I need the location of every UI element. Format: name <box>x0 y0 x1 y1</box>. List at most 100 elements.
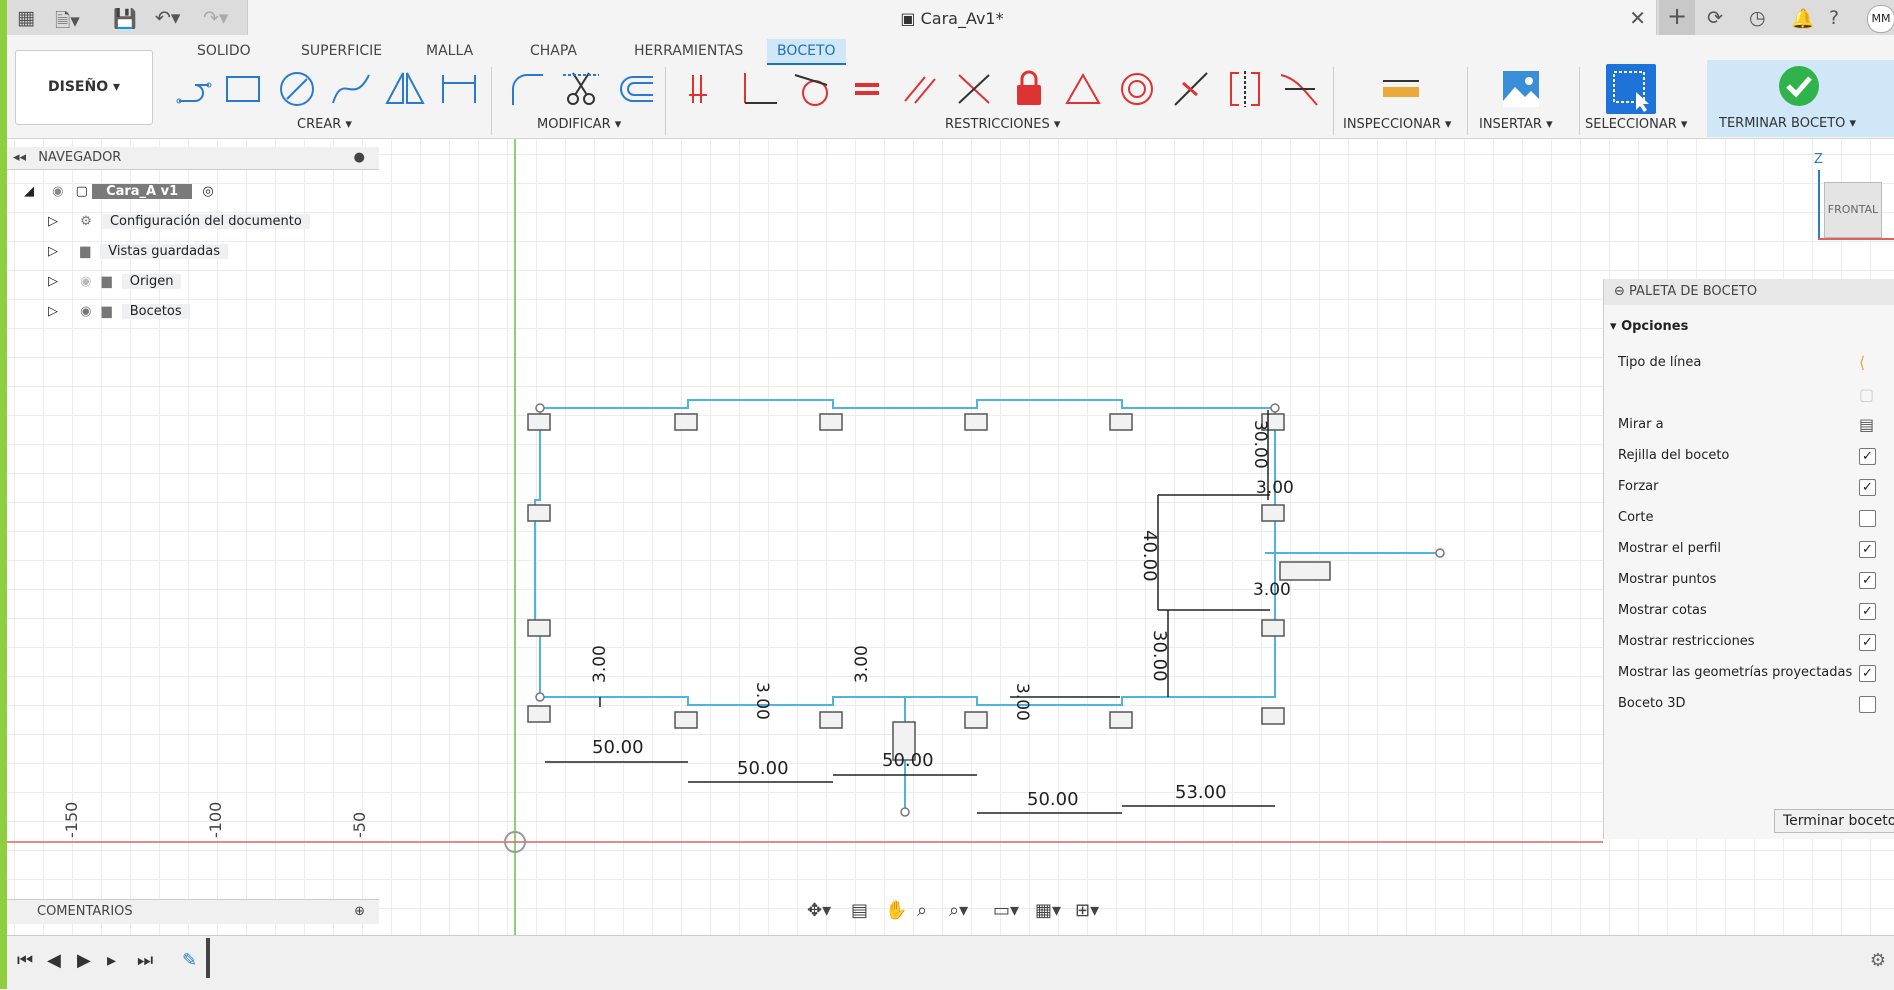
comments-title: COMENTARIOS <box>37 904 133 919</box>
show-profile-checkbox[interactable]: ✓ <box>1859 541 1876 558</box>
nav-item-label: Origen <box>121 274 182 289</box>
navigator-title: NAVEGADOR <box>38 150 122 165</box>
minus-icon[interactable]: ⊖ <box>1614 284 1625 299</box>
display-settings-icon[interactable]: ▭▾ <box>993 900 1019 921</box>
gear-icon: ⚙ <box>80 214 92 229</box>
dimension-label[interactable]: 3.00 <box>852 645 872 683</box>
palette-row-label: Mostrar las geometrías proyectadas <box>1618 665 1853 680</box>
comments-header: COMENTARIOS ⊕ <box>7 899 379 924</box>
sketch-profile <box>534 399 1440 812</box>
caret-down-icon: ▾ <box>1610 319 1622 334</box>
dimension-label[interactable]: 53.00 <box>1175 782 1227 803</box>
construction-line-icon[interactable]: ⟨ <box>1859 353 1865 372</box>
nav-item-label: Bocetos <box>121 304 190 319</box>
dimension-label[interactable]: 3.00 <box>1012 683 1032 721</box>
zoom-icon[interactable]: ⌕ <box>917 900 927 921</box>
sketch-3d-checkbox[interactable] <box>1859 696 1876 713</box>
component-name[interactable]: Cara_A v1 <box>92 184 193 199</box>
viewcube-face[interactable]: FRONTAL <box>1824 182 1882 238</box>
snap-checkbox[interactable]: ✓ <box>1859 479 1876 496</box>
nav-item-label: Vistas guardadas <box>100 244 229 259</box>
look-at-icon[interactable]: ▤ <box>851 900 868 921</box>
sketch-feature-icon[interactable]: ✎ <box>182 950 197 971</box>
grid-settings-icon[interactable]: ▦▾ <box>1035 900 1061 921</box>
dimension-label[interactable]: 40.00 <box>1139 530 1160 582</box>
x-axis-icon <box>1818 238 1894 240</box>
ruler-label: -100 <box>206 801 225 838</box>
show-constraints-checkbox[interactable]: ✓ <box>1859 634 1876 651</box>
z-axis-icon <box>1818 170 1820 238</box>
show-points-checkbox[interactable]: ✓ <box>1859 572 1876 589</box>
expand-triangle-icon[interactable]: ▷ <box>48 304 58 319</box>
nav-item[interactable]: ▷ ⚙ Configuración del documento <box>48 210 310 234</box>
nav-item[interactable]: ▷ ◉ ▆ Origen <box>48 270 182 294</box>
zoom-window-icon[interactable]: ⌕▾ <box>949 900 968 921</box>
step-back-icon[interactable]: ◀ <box>47 950 61 971</box>
dimension-label[interactable]: 50.00 <box>882 750 934 771</box>
viewports-icon[interactable]: ⊞▾ <box>1075 900 1099 921</box>
dimension-label[interactable]: 50.00 <box>1027 789 1079 810</box>
eye-hidden-icon[interactable]: ◉ <box>80 274 91 289</box>
palette-row-label: Mostrar cotas <box>1618 603 1707 618</box>
timeline-bar: ⏮ ◀ ▶ ▸ ⏭ ✎ ⚙ <box>7 935 1894 990</box>
timeline-marker[interactable] <box>206 938 210 978</box>
viewcube[interactable]: Z FRONTAL <box>1810 150 1894 245</box>
play-icon[interactable]: ▶ <box>77 950 91 971</box>
dimension-label[interactable]: 50.00 <box>737 758 789 779</box>
dimension-label[interactable]: 3.00 <box>1256 478 1294 498</box>
sketch-palette: ⊖ PALETA DE BOCETO ▾ Opciones Tipo de lí… <box>1603 279 1894 839</box>
constraint-glyphs <box>527 413 1331 761</box>
dimension-label[interactable]: 50.00 <box>592 737 644 758</box>
palette-row-label: Boceto 3D <box>1618 696 1686 711</box>
dimension-label[interactable]: 30.00 <box>1149 630 1170 682</box>
add-comment-icon[interactable]: ⊕ <box>354 900 365 924</box>
pan-hand-icon[interactable]: ✋ <box>885 900 907 921</box>
dimension-label[interactable]: 30.00 <box>1250 420 1270 469</box>
navigation-bar: ✥▾ ▤ ✋ ⌕ ⌕▾ ▭▾ ▦▾ ⊞▾ <box>807 900 1107 928</box>
ruler-label: -50 <box>350 811 369 838</box>
nav-component-row[interactable]: ◢ ◉ ▢ Cara_A v1 ◎ <box>24 180 214 204</box>
folder-icon: ▆ <box>101 304 112 319</box>
component-icon: ▢ <box>75 184 88 199</box>
expand-triangle-icon[interactable]: ▷ <box>48 274 58 289</box>
ruler-label: -150 <box>62 801 81 838</box>
sketch-grid-checkbox[interactable]: ✓ <box>1859 448 1876 465</box>
dimension-label[interactable]: 3.00 <box>752 682 772 720</box>
minus-icon[interactable]: ● <box>354 147 365 169</box>
show-dimensions-checkbox[interactable]: ✓ <box>1859 603 1876 620</box>
collapse-panel-icon[interactable]: ◂◂ <box>13 150 26 165</box>
navigator-header: ◂◂ NAVEGADOR ● <box>7 147 379 170</box>
dimension-label[interactable]: 3.00 <box>590 645 610 683</box>
palette-row-label: Forzar <box>1618 479 1659 494</box>
section-label: Opciones <box>1621 319 1689 334</box>
palette-row-label: Mostrar el perfil <box>1618 541 1721 556</box>
palette-title: PALETA DE BOCETO <box>1629 284 1758 299</box>
finish-sketch-button[interactable]: Terminar boceto <box>1774 809 1894 833</box>
options-section[interactable]: ▾ Opciones <box>1610 315 1688 339</box>
folder-icon: ▆ <box>101 274 112 289</box>
expand-triangle-icon[interactable]: ▷ <box>48 214 58 229</box>
expand-triangle-icon[interactable]: ▷ <box>48 244 58 259</box>
step-forward-icon[interactable]: ▸ <box>107 950 116 971</box>
nav-item[interactable]: ▷ ▆ Vistas guardadas <box>48 240 229 264</box>
palette-row-label: Mostrar restricciones <box>1618 634 1755 649</box>
palette-row-label: Mirar a <box>1618 417 1664 432</box>
go-to-end-icon[interactable]: ⏭ <box>137 950 153 971</box>
collapse-triangle-icon[interactable]: ◢ <box>24 184 34 199</box>
centerline-icon[interactable]: ▢ <box>1859 385 1874 404</box>
dimension-label[interactable]: 3.00 <box>1253 580 1291 600</box>
folder-icon: ▆ <box>80 244 91 259</box>
eye-icon[interactable]: ◉ <box>80 304 91 319</box>
palette-row-label: Tipo de línea <box>1618 355 1702 370</box>
go-to-start-icon[interactable]: ⏮ <box>17 950 33 971</box>
look-at-icon[interactable]: ▤ <box>1859 415 1874 434</box>
nav-item-label: Configuración del documento <box>101 214 310 229</box>
orbit-icon[interactable]: ✥▾ <box>807 900 831 921</box>
eye-icon[interactable]: ◉ <box>52 184 63 199</box>
nav-item[interactable]: ▷ ◉ ▆ Bocetos <box>48 300 190 324</box>
show-projected-checkbox[interactable]: ✓ <box>1859 665 1876 682</box>
slice-checkbox[interactable] <box>1859 510 1876 527</box>
settings-gear-icon[interactable]: ⚙ <box>1870 950 1886 971</box>
activate-radio-icon[interactable]: ◎ <box>202 184 213 199</box>
axis-z-label: Z <box>1814 152 1823 167</box>
